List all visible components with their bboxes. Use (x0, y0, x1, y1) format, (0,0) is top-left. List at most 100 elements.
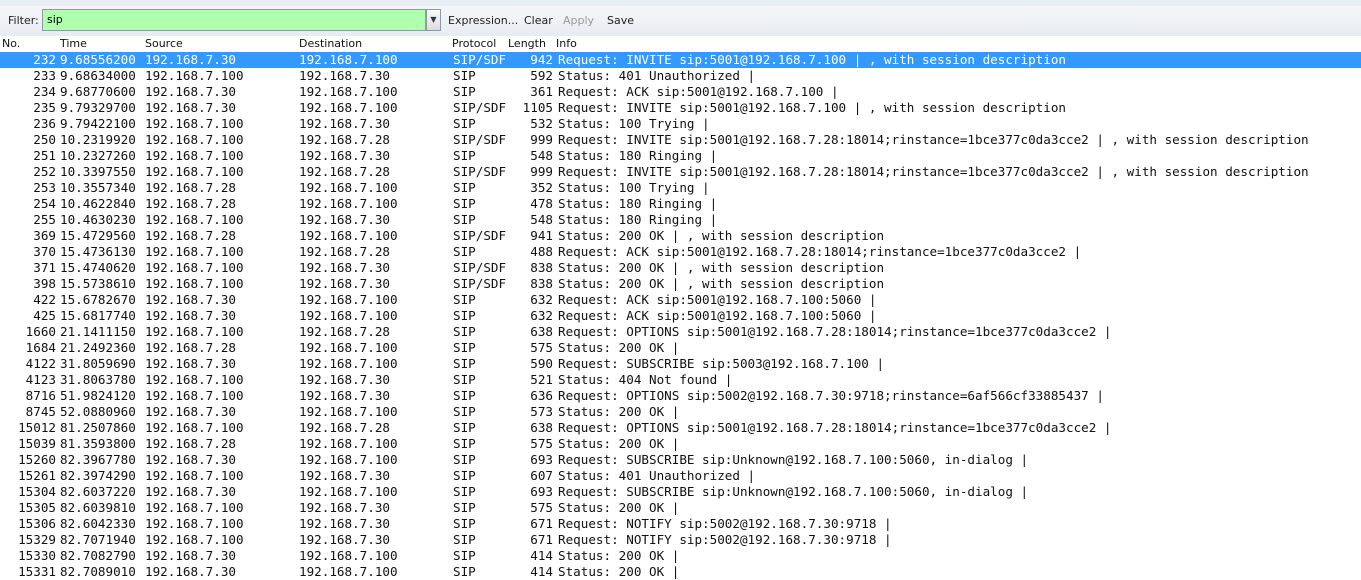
packet-destination: 192.168.7.30 (299, 276, 390, 291)
packet-time: 15.4736130 (60, 244, 136, 259)
packet-destination: 192.168.7.28 (299, 132, 390, 147)
packet-length: 999 (530, 132, 553, 147)
packet-protocol: SIP (453, 516, 476, 531)
packet-destination: 192.168.7.100 (299, 548, 398, 563)
packet-source: 192.168.7.28 (145, 436, 236, 451)
packet-protocol: SIP (453, 420, 476, 435)
packet-destination: 192.168.7.30 (299, 116, 390, 131)
packet-number: 371 (33, 260, 56, 275)
packet-protocol: SIP (453, 500, 476, 515)
column-header-time[interactable]: Time (60, 37, 87, 50)
packet-time: 15.4740620 (60, 260, 136, 275)
packet-row[interactable]: 15304 82.6037220 192.168.7.30 192.168.7.100… (0, 484, 1361, 500)
packet-time: 10.2327260 (60, 148, 136, 163)
packet-row[interactable]: 1660 21.1411150 192.168.7.100 192.168.7.28 S… (0, 324, 1361, 340)
packet-time: 82.7089010 (60, 564, 136, 579)
packet-destination: 192.168.7.30 (299, 388, 390, 403)
packet-number: 15304 (18, 484, 56, 499)
column-header-protocol[interactable]: Protocol (452, 37, 496, 50)
packet-row-selected[interactable]: 232 9.68556200 192.168.7.30 192.168.7.100 SI… (0, 52, 1361, 68)
packet-length: 1105 (522, 100, 553, 115)
packet-length: 942 (530, 52, 553, 67)
packet-row[interactable]: 236 9.79422100 192.168.7.100 192.168.7.30 SI… (0, 116, 1361, 132)
packet-length: 575 (530, 340, 553, 355)
packet-number: 15330 (18, 548, 56, 563)
packet-info: Request: INVITE sip:5001@192.168.7.28:18… (558, 164, 1309, 179)
packet-destination: 192.168.7.30 (299, 516, 390, 531)
packet-row[interactable]: 369 15.4729560 192.168.7.28 192.168.7.100 SI… (0, 228, 1361, 244)
packet-row[interactable]: 8745 52.0880960 192.168.7.30 192.168.7.100 S… (0, 404, 1361, 420)
filter-input[interactable]: sip (42, 9, 426, 31)
packet-row[interactable]: 235 9.79329700 192.168.7.30 192.168.7.100 SI… (0, 100, 1361, 116)
packet-number: 232 (33, 52, 56, 67)
packet-row[interactable]: 422 15.6782670 192.168.7.30 192.168.7.100 SI… (0, 292, 1361, 308)
packet-row[interactable]: 425 15.6817740 192.168.7.30 192.168.7.100 SI… (0, 308, 1361, 324)
packet-row[interactable]: 252 10.3397550 192.168.7.100 192.168.7.28 SI… (0, 164, 1361, 180)
packet-length: 999 (530, 164, 553, 179)
packet-time: 10.2319920 (60, 132, 136, 147)
packet-number: 255 (33, 212, 56, 227)
packet-destination: 192.168.7.100 (299, 436, 398, 451)
packet-row[interactable]: 15305 82.6039810 192.168.7.100 192.168.7.30… (0, 500, 1361, 516)
packet-length: 636 (530, 388, 553, 403)
packet-row[interactable]: 15306 82.6042330 192.168.7.100 192.168.7.30… (0, 516, 1361, 532)
packet-number: 15012 (18, 420, 56, 435)
packet-row[interactable]: 15261 82.3974290 192.168.7.100 192.168.7.30… (0, 468, 1361, 484)
packet-length: 607 (530, 468, 553, 483)
packet-length: 693 (530, 484, 553, 499)
packet-row[interactable]: 1684 21.2492360 192.168.7.28 192.168.7.100 S… (0, 340, 1361, 356)
column-header-info[interactable]: Info (556, 37, 577, 50)
packet-info: Status: 200 OK | , with session descript… (558, 228, 885, 243)
packet-destination: 192.168.7.30 (299, 68, 390, 83)
packet-row[interactable]: 371 15.4740620 192.168.7.100 192.168.7.30 SI… (0, 260, 1361, 276)
packet-row[interactable]: 15039 81.3593800 192.168.7.28 192.168.7.100… (0, 436, 1361, 452)
packet-row[interactable]: 234 9.68770600 192.168.7.30 192.168.7.100 SI… (0, 84, 1361, 100)
packet-length: 414 (530, 548, 553, 563)
packet-length: 361 (530, 84, 553, 99)
packet-row[interactable]: 15331 82.7089010 192.168.7.30 192.168.7.100… (0, 564, 1361, 580)
packet-row[interactable]: 15260 82.3967780 192.168.7.30 192.168.7.100… (0, 452, 1361, 468)
packet-time: 51.9824120 (60, 388, 136, 403)
expression-button[interactable]: Expression... (448, 14, 518, 27)
packet-number: 15306 (18, 516, 56, 531)
packet-row[interactable]: 4123 31.8063780 192.168.7.100 192.168.7.30 S… (0, 372, 1361, 388)
column-header-length[interactable]: Length (508, 37, 546, 50)
packet-destination: 192.168.7.100 (299, 308, 398, 323)
packet-number: 425 (33, 308, 56, 323)
packet-source: 192.168.7.100 (145, 532, 244, 547)
packet-row[interactable]: 15330 82.7082790 192.168.7.30 192.168.7.100… (0, 548, 1361, 564)
packet-row[interactable]: 15012 81.2507860 192.168.7.100 192.168.7.28… (0, 420, 1361, 436)
packet-row[interactable]: 255 10.4630230 192.168.7.100 192.168.7.30 SI… (0, 212, 1361, 228)
packet-protocol: SIP (453, 84, 476, 99)
column-header-source[interactable]: Source (145, 37, 183, 50)
packet-row[interactable]: 15329 82.7071940 192.168.7.100 192.168.7.30… (0, 532, 1361, 548)
packet-row[interactable]: 8716 51.9824120 192.168.7.100 192.168.7.30 S… (0, 388, 1361, 404)
packet-number: 8745 (25, 404, 56, 419)
packet-row[interactable]: 251 10.2327260 192.168.7.100 192.168.7.30 SI… (0, 148, 1361, 164)
column-header-destination[interactable]: Destination (299, 37, 362, 50)
apply-button[interactable]: Apply (563, 14, 594, 27)
packet-length: 638 (530, 324, 553, 339)
packet-row[interactable]: 398 15.5738610 192.168.7.100 192.168.7.30 SI… (0, 276, 1361, 292)
column-header-no[interactable]: No. (2, 37, 20, 50)
packet-info: Status: 200 OK | (558, 500, 680, 515)
packet-number: 236 (33, 116, 56, 131)
packet-time: 82.6039810 (60, 500, 136, 515)
packet-row[interactable]: 233 9.68634000 192.168.7.100 192.168.7.30 SI… (0, 68, 1361, 84)
packet-row[interactable]: 250 10.2319920 192.168.7.100 192.168.7.28 SI… (0, 132, 1361, 148)
packet-number: 15329 (18, 532, 56, 547)
packet-row[interactable]: 254 10.4622840 192.168.7.28 192.168.7.100 SI… (0, 196, 1361, 212)
packet-info: Request: ACK sip:5001@192.168.7.100:5060… (558, 308, 877, 323)
clear-button[interactable]: Clear (524, 14, 553, 27)
packet-protocol: SIP (453, 452, 476, 467)
packet-time: 15.4729560 (60, 228, 136, 243)
packet-row[interactable]: 253 10.3557340 192.168.7.28 192.168.7.100 SI… (0, 180, 1361, 196)
packet-row[interactable]: 370 15.4736130 192.168.7.100 192.168.7.28 SI… (0, 244, 1361, 260)
packet-row[interactable]: 4122 31.8059690 192.168.7.30 192.168.7.100 S… (0, 356, 1361, 372)
packet-destination: 192.168.7.100 (299, 452, 398, 467)
packet-protocol: SIP (453, 468, 476, 483)
filter-history-dropdown[interactable]: ▼ (426, 9, 441, 31)
packet-protocol: SIP (453, 484, 476, 499)
save-button[interactable]: Save (607, 14, 634, 27)
packet-info: Status: 200 OK | (558, 436, 680, 451)
